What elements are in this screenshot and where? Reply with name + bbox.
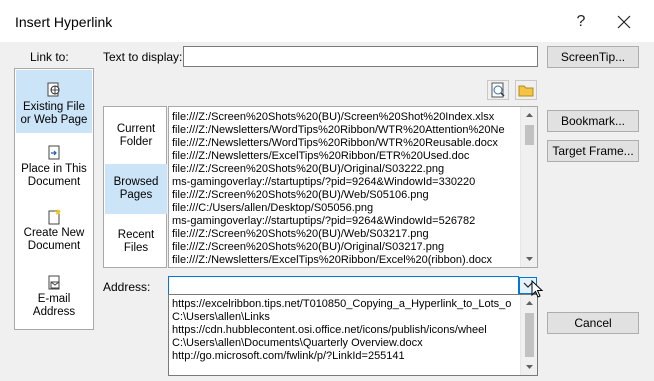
- browsed-pages-list[interactable]: file:///Z:/Screen%20Shots%20(BU)/Screen%…: [168, 106, 538, 268]
- link-to-place-line1: Place in This: [21, 163, 87, 175]
- list-item[interactable]: ms-gamingoverlay://startuptips/?pid=9264…: [172, 215, 518, 228]
- link-to-create-new-document[interactable]: Create New Document: [16, 209, 92, 259]
- scroll-down-icon[interactable]: [521, 251, 538, 267]
- title-bar: Insert Hyperlink ?: [0, 0, 654, 42]
- link-to-email-line2: Address: [32, 306, 76, 318]
- address-input[interactable]: [168, 276, 519, 295]
- link-to-place-in-document[interactable]: Place in This Document: [16, 145, 92, 195]
- list-item[interactable]: file:///Z:/Screen%20Shots%20(BU)/Screen%…: [172, 111, 518, 124]
- link-to-panel: Existing File or Web Page Place in This …: [14, 68, 94, 330]
- recent-files-line1: Recent: [117, 229, 155, 241]
- scroll-down-icon[interactable]: [521, 359, 538, 375]
- list-item[interactable]: file:///Z:/Newsletters/WordTips%20Ribbon…: [172, 124, 518, 137]
- list-item[interactable]: file:///Z:/Newsletters/ExcelTips%20Ribbo…: [172, 254, 518, 267]
- link-to-email-line1: E-mail: [37, 293, 71, 305]
- help-button[interactable]: ?: [566, 10, 596, 34]
- suggestion-item[interactable]: http://go.microsoft.com/fwlink/p/?LinkId…: [172, 350, 522, 363]
- look-in-current-folder[interactable]: Current Folder: [105, 123, 167, 153]
- link-to-create-line1: Create New: [23, 227, 85, 239]
- link-to-label: Link to:: [30, 50, 69, 64]
- browse-file-button[interactable]: [515, 80, 537, 100]
- new-document-icon: [48, 209, 61, 225]
- link-to-existing-file-line2: or Web Page: [20, 114, 88, 126]
- suggestion-item[interactable]: https://excelribbon.tips.net/T010850_Cop…: [172, 298, 522, 311]
- file-rows: file:///Z:/Screen%20Shots%20(BU)/Screen%…: [172, 111, 518, 267]
- cancel-button[interactable]: Cancel: [547, 312, 639, 334]
- scroll-up-icon[interactable]: [521, 107, 538, 123]
- list-item[interactable]: file:///Z:/Newsletters/WordTips%20Ribbon…: [172, 137, 518, 150]
- link-to-email-address[interactable]: E-mail Address: [16, 275, 92, 327]
- target-frame-button[interactable]: Target Frame...: [547, 140, 639, 162]
- bookmark-button[interactable]: Bookmark...: [547, 110, 639, 132]
- list-item[interactable]: ms-gamingoverlay://startuptips/?pid=9264…: [172, 176, 518, 189]
- text-to-display-input[interactable]: [183, 46, 538, 67]
- browsed-pages-line2: Pages: [119, 189, 153, 201]
- close-icon: [617, 15, 631, 29]
- text-to-display-label: Text to display:: [103, 50, 183, 64]
- current-folder-line2: Folder: [119, 136, 153, 148]
- recent-files-line2: Files: [123, 242, 149, 254]
- scrollbar-thumb[interactable]: [525, 125, 534, 145]
- link-to-existing-file-line1: Existing File: [23, 101, 85, 113]
- scrollbar-thumb[interactable]: [525, 313, 534, 357]
- link-to-existing-file[interactable]: Existing File or Web Page: [16, 70, 92, 133]
- address-suggestions-dropdown[interactable]: https://excelribbon.tips.net/T010850_Cop…: [168, 294, 538, 376]
- look-in-recent-files[interactable]: Recent Files: [105, 229, 167, 259]
- suggestion-item[interactable]: C:\Users\allen\Documents\Quarterly Overv…: [172, 337, 522, 350]
- mail-icon: [48, 275, 60, 290]
- link-to-create-line2: Document: [27, 240, 81, 252]
- current-folder-line1: Current: [116, 123, 156, 135]
- suggestions-scrollbar[interactable]: [520, 295, 537, 375]
- file-list-scrollbar[interactable]: [520, 107, 537, 267]
- suggestion-rows: https://excelribbon.tips.net/T010850_Cop…: [172, 298, 522, 363]
- dialog-title: Insert Hyperlink: [15, 14, 113, 30]
- browse-web-button[interactable]: [487, 80, 509, 100]
- list-item[interactable]: file:///Z:/Newsletters/ExcelTips%20Ribbo…: [172, 150, 518, 163]
- list-item[interactable]: file:///Z:/Screen%20Shots%20(BU)/Origina…: [172, 241, 518, 254]
- list-item[interactable]: file:///Z:/Screen%20Shots%20(BU)/Web/S05…: [172, 189, 518, 202]
- globe-document-icon: [47, 82, 60, 97]
- folder-icon: [518, 85, 534, 97]
- link-to-place-line2: Document: [27, 176, 81, 188]
- suggestion-item[interactable]: https://cdn.hubblecontent.osi.office.net…: [172, 324, 522, 337]
- address-label: Address:: [103, 280, 151, 294]
- document-arrow-icon: [48, 145, 60, 160]
- list-item[interactable]: file:///Z:/Screen%20Shots%20(BU)/Origina…: [172, 163, 518, 176]
- browse-web-icon: [491, 82, 505, 98]
- close-button[interactable]: [608, 9, 640, 35]
- look-in-panel: Current Folder Browsed Pages Recent File…: [103, 106, 167, 268]
- list-item[interactable]: file:///Z:/Screen%20Shots%20(BU)/Web/S03…: [172, 228, 518, 241]
- list-item[interactable]: file:///C:/Users/allen/Desktop/S05056.pn…: [172, 202, 518, 215]
- browsed-pages-line1: Browsed: [113, 176, 159, 188]
- insert-hyperlink-dialog: Insert Hyperlink ? Link to: Existing Fil…: [0, 0, 654, 381]
- mouse-cursor-icon: [531, 280, 544, 298]
- suggestion-item[interactable]: C:\Users\allen\Links: [172, 311, 522, 324]
- look-in-browsed-pages[interactable]: Browsed Pages: [105, 164, 167, 214]
- screentip-button[interactable]: ScreenTip...: [547, 46, 639, 68]
